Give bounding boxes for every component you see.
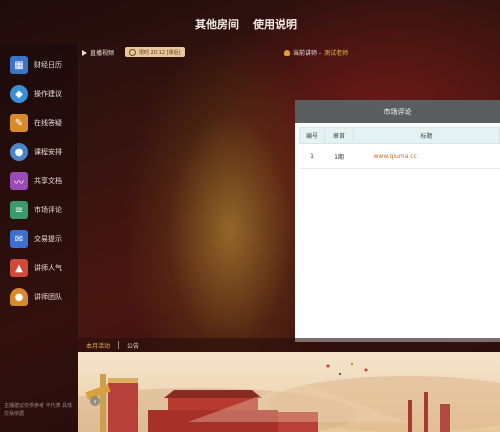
row-id: 1: [299, 143, 325, 169]
sidebar-item-label: 课程安排: [34, 148, 62, 156]
sidebar-item-label: 操作建议: [34, 90, 62, 98]
current-teacher: 当前讲师 - 测试老师: [284, 48, 348, 57]
tab-announcements[interactable]: 公告: [119, 341, 147, 350]
row-chapter: 1期: [324, 143, 354, 169]
sidebar-item-trade-tips[interactable]: ✉ 交易提示: [10, 226, 78, 252]
document-icon: ✎: [10, 114, 28, 132]
menu-other-rooms[interactable]: 其他房间: [195, 16, 239, 32]
column-header: 编号: [299, 127, 325, 144]
menu-instructions[interactable]: 使用说明: [253, 16, 297, 32]
sidebar-item-qa[interactable]: ✎ 在线答疑: [10, 110, 78, 136]
time-text: 限时 20:12 [课后]: [139, 49, 181, 56]
sidebar-item-label: 交易提示: [34, 235, 62, 243]
tab-monthly-events[interactable]: 本月活动: [78, 341, 118, 350]
event-banner: [78, 352, 500, 432]
teacher-name: 测试老师: [324, 50, 349, 57]
clock-icon: [129, 48, 136, 56]
bell-icon: ◆: [10, 85, 28, 103]
row-title-link[interactable]: www.qiuma.cc: [353, 143, 500, 169]
banner-illustration: [78, 362, 500, 432]
sidebar-item-label: 讲师团队: [34, 293, 62, 301]
mail-icon: ✉: [10, 230, 28, 248]
live-video-text: 直播视频: [90, 50, 115, 57]
sidebar-item-label: 在线答疑: [34, 119, 62, 127]
user-icon: ●: [10, 288, 28, 306]
top-menu: 其他房间 使用说明: [195, 16, 297, 32]
sidebar-item-popularity[interactable]: ▲ 讲师人气: [10, 255, 78, 281]
sidebar-item-team[interactable]: ● 讲师团队: [10, 284, 78, 310]
sidebar: ▦ 财经日历 ◆ 操作建议 ✎ 在线答疑 ● 课程安排 〰 共享文档 ≡ 市场评…: [0, 44, 79, 432]
sidebar-item-advice[interactable]: ◆ 操作建议: [10, 81, 78, 107]
books-icon: ≡: [10, 201, 28, 219]
top-bar: 其他房间 使用说明: [0, 0, 500, 44]
sidebar-item-market-review[interactable]: ≡ 市场评论: [10, 197, 78, 223]
review-table: 编号 章首 标题 1 1期 www.qiuma.cc: [299, 127, 500, 169]
play-icon: [82, 49, 87, 56]
bottom-tabs: 本月活动 公告: [78, 338, 500, 352]
sidebar-item-label: 市场评论: [34, 206, 62, 214]
sidebar-item-shared-docs[interactable]: 〰 共享文档: [10, 168, 78, 194]
sidebar-item-label: 财经日历: [34, 61, 62, 69]
teacher-prefix: 当前讲师 -: [293, 50, 322, 57]
column-header: 章首: [324, 127, 354, 144]
sidebar-item-label: 共享文档: [34, 177, 62, 185]
table-row[interactable]: 1 1期 www.qiuma.cc: [299, 143, 500, 169]
person-icon: [284, 49, 290, 56]
teacher-icon: ●: [10, 143, 28, 161]
chart-icon: 〰: [10, 172, 28, 190]
sidebar-item-schedule[interactable]: ● 课程安排: [10, 139, 78, 165]
sidebar-item-label: 讲师人气: [34, 264, 62, 272]
panel-title: 市场评论: [295, 100, 500, 123]
calendar-icon: ▦: [10, 56, 28, 74]
time-badge: 限时 20:12 [课后]: [125, 47, 185, 57]
column-header: 标题: [353, 127, 500, 144]
disclaimer: 主播建议仅供参考 不代表 具体交易依据: [4, 403, 73, 417]
table-header-row: 编号 章首 标题: [299, 127, 500, 144]
sidebar-item-calendar[interactable]: ▦ 财经日历: [10, 52, 78, 78]
banner-prev-button[interactable]: ‹: [90, 396, 100, 406]
thumbs-up-icon: ▲: [10, 259, 28, 277]
live-video-label[interactable]: 直播视频: [82, 48, 114, 57]
market-review-panel: 市场评论 编号 章首 标题 1 1期 www.qiuma.cc: [295, 100, 500, 342]
